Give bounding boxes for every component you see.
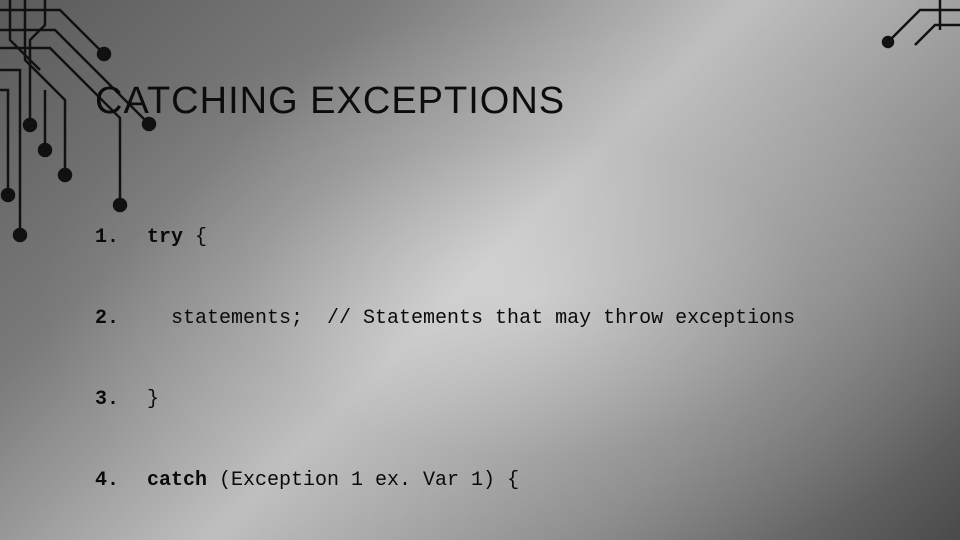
circuit-decoration-top-right: [880, 0, 960, 80]
slide-title: CATCHING EXCEPTIONS: [95, 80, 565, 123]
code-line: 2. statements; // Statements that may th…: [95, 305, 795, 332]
line-number: 2.: [95, 305, 147, 332]
line-number: 1.: [95, 224, 147, 251]
code-line: 4.catch (Exception 1 ex. Var 1) {: [95, 467, 795, 494]
code-text: catch (Exception 1 ex. Var 1) {: [147, 467, 519, 494]
code-text: }: [147, 386, 159, 413]
code-text: try {: [147, 224, 207, 251]
code-listing: 1.try { 2. statements; // Statements tha…: [95, 170, 795, 540]
line-number: 4.: [95, 467, 147, 494]
code-text: statements; // Statements that may throw…: [147, 305, 795, 332]
code-line: 3.}: [95, 386, 795, 413]
line-number: 3.: [95, 386, 147, 413]
code-line: 1.try {: [95, 224, 795, 251]
slide: CATCHING EXCEPTIONS 1.try { 2. statement…: [0, 0, 960, 540]
